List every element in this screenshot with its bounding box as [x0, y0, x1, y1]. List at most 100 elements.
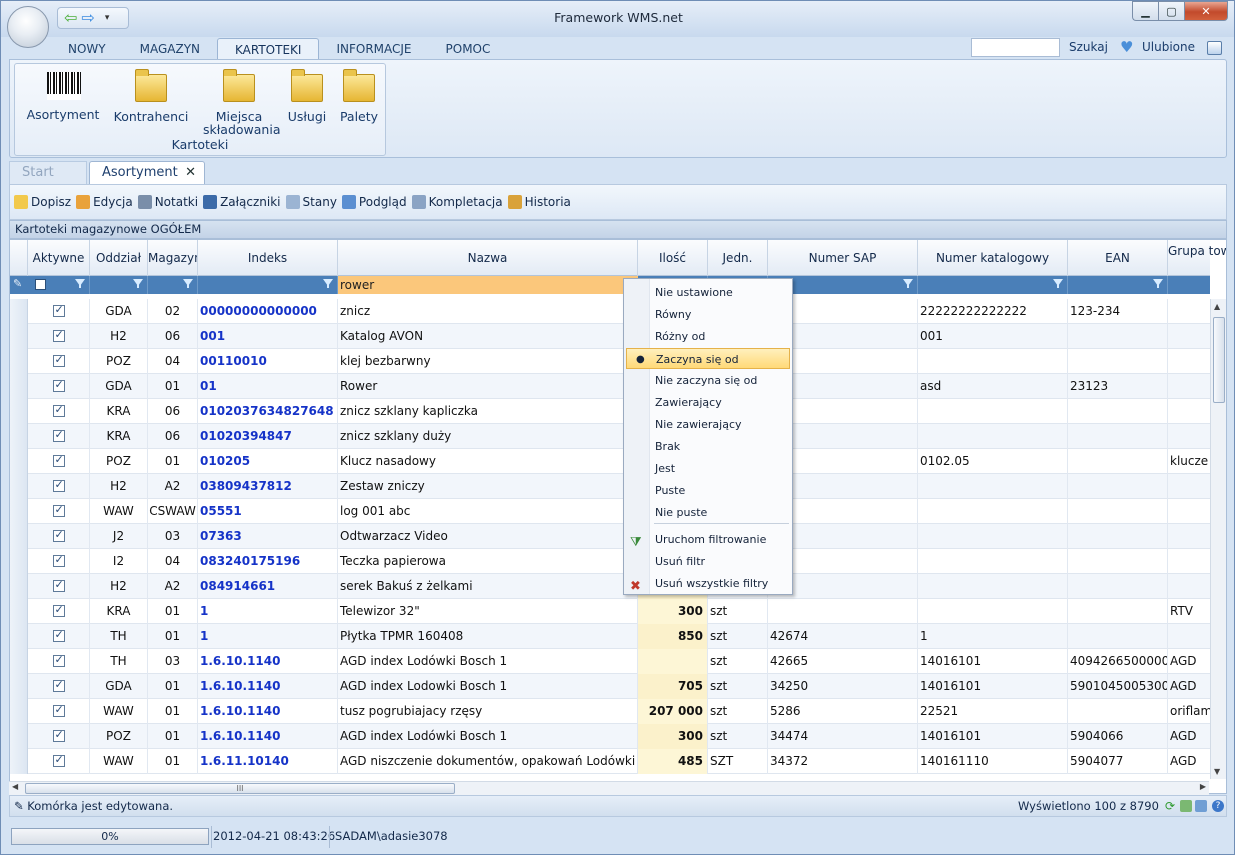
table-row[interactable]: KRA0601020394847znicz szklany duży — [10, 424, 1210, 449]
row-indicator[interactable] — [10, 424, 28, 449]
active-cell[interactable] — [28, 349, 90, 374]
heart-icon[interactable]: ♥ — [1120, 38, 1133, 56]
active-checkbox[interactable] — [52, 501, 65, 519]
cell-ilosc[interactable]: 300 — [638, 724, 708, 749]
cell-sap[interactable]: 5286 — [768, 699, 918, 724]
cell-ean[interactable] — [1068, 549, 1168, 574]
cell-magazyn[interactable]: 04 — [148, 349, 198, 374]
filter-funnel-icon[interactable] — [1153, 279, 1163, 288]
palety-button[interactable]: Palety — [337, 69, 381, 123]
cell-ean[interactable] — [1068, 449, 1168, 474]
tab-start[interactable]: Start — [9, 161, 87, 184]
ribbon-tab-pomoc[interactable]: POMOC — [429, 38, 508, 60]
podglad-button[interactable]: Podgląd — [341, 195, 407, 209]
active-checkbox[interactable] — [52, 676, 65, 694]
cell-magazyn[interactable]: 01 — [148, 449, 198, 474]
cell-katalog[interactable]: 140161110 — [918, 749, 1068, 774]
cell-nazwa[interactable]: AGD index Lodówki Bosch 1 — [338, 724, 638, 749]
cell-sap[interactable]: 34474 — [768, 724, 918, 749]
table-row[interactable]: POZ011.6.10.1140AGD index Lodówki Bosch … — [10, 724, 1210, 749]
row-indicator[interactable] — [10, 549, 28, 574]
table-row[interactable]: KRA011Telewizor 32"300sztRTV — [10, 599, 1210, 624]
ribbon-tab-magazyn[interactable]: MAGAZYN — [123, 38, 217, 60]
help-icon[interactable]: ? — [1212, 800, 1224, 812]
filter-cell-oddzial[interactable] — [90, 276, 148, 294]
cell-indeks[interactable]: 1.6.10.1140 — [198, 699, 338, 724]
filter-cell-grupa-towarowa[interactable] — [1168, 276, 1226, 294]
cell-ean[interactable] — [1068, 624, 1168, 649]
active-cell[interactable] — [28, 549, 90, 574]
cell-magazyn[interactable]: 06 — [148, 399, 198, 424]
cell-oddzial[interactable]: H2 — [90, 474, 148, 499]
active-cell[interactable] — [28, 449, 90, 474]
menu-item-brak[interactable]: Brak — [626, 436, 790, 457]
edycja-button[interactable]: Edycja — [76, 195, 133, 209]
active-checkbox[interactable] — [52, 401, 65, 419]
cell-indeks[interactable]: 010205 — [198, 449, 338, 474]
cell-katalog[interactable]: 22521 — [918, 699, 1068, 724]
cell-magazyn[interactable]: 03 — [148, 524, 198, 549]
cell-oddzial[interactable]: TH — [90, 649, 148, 674]
vertical-scroll-thumb[interactable] — [1213, 317, 1225, 403]
active-cell[interactable] — [28, 624, 90, 649]
row-indicator[interactable] — [10, 524, 28, 549]
row-indicator[interactable] — [10, 699, 28, 724]
cell-ean[interactable] — [1068, 349, 1168, 374]
cell-nazwa[interactable]: Rower — [338, 374, 638, 399]
cell-ilosc[interactable]: 850 — [638, 624, 708, 649]
row-indicator[interactable] — [10, 724, 28, 749]
row-indicator[interactable] — [10, 324, 28, 349]
cell-magazyn[interactable]: A2 — [148, 574, 198, 599]
cell-nazwa[interactable]: AGD niszczenie dokumentów, opakowań Lodó… — [338, 749, 638, 774]
table-row[interactable]: TH011Płytka TPMR 160408850szt426741 — [10, 624, 1210, 649]
filter-cell-numer-katalogowy[interactable] — [918, 276, 1068, 294]
cell-oddzial[interactable]: J2 — [90, 524, 148, 549]
cell-nazwa[interactable]: znicz — [338, 299, 638, 324]
menu-action-usun-filtr[interactable]: Usuń filtr — [626, 551, 790, 572]
cell-katalog[interactable]: 1 — [918, 624, 1068, 649]
column-header-ilosc[interactable]: Ilość — [638, 240, 708, 276]
table-row[interactable]: H2A203809437812Zestaw zniczy — [10, 474, 1210, 499]
cell-sap[interactable]: 34372 — [768, 749, 918, 774]
cell-jedn[interactable]: szt — [708, 724, 768, 749]
column-header-aktywne[interactable]: Aktywne — [28, 240, 90, 276]
active-checkbox[interactable] — [52, 451, 65, 469]
column-header-grupa-towarowa[interactable]: Grupa towarowa — [1168, 240, 1226, 276]
column-header-magazyn[interactable]: Magazyn — [148, 240, 198, 276]
column-header-numer-sap[interactable]: Numer SAP — [768, 240, 918, 276]
menu-action-usun-wszystkie-filtry[interactable]: ✖ Usuń wszystkie filtry — [626, 573, 790, 594]
active-cell[interactable] — [28, 324, 90, 349]
dopisz-button[interactable]: Dopisz — [14, 195, 71, 209]
cell-nazwa[interactable]: Zestaw zniczy — [338, 474, 638, 499]
ribbon-tab-kartoteki[interactable]: KARTOTEKI — [217, 38, 320, 60]
table-row[interactable]: TH031.6.10.1140AGD index Lodówki Bosch 1… — [10, 649, 1210, 674]
cell-jedn[interactable]: szt — [708, 599, 768, 624]
kompletacja-button[interactable]: Kompletacja — [411, 195, 503, 209]
filter-funnel-icon[interactable] — [133, 279, 143, 288]
cell-ean[interactable] — [1068, 574, 1168, 599]
active-cell[interactable] — [28, 399, 90, 424]
cell-oddzial[interactable]: GDA — [90, 374, 148, 399]
cell-indeks[interactable]: 1.6.10.1140 — [198, 674, 338, 699]
cell-oddzial[interactable]: GDA — [90, 299, 148, 324]
active-cell[interactable] — [28, 574, 90, 599]
maximize-button[interactable]: ▢ — [1158, 1, 1184, 21]
filter-funnel-icon[interactable] — [183, 279, 193, 288]
cell-katalog[interactable] — [918, 349, 1068, 374]
column-header-numer-katalogowy[interactable]: Numer katalogowy — [918, 240, 1068, 276]
cell-nazwa[interactable]: znicz szklany kapliczka — [338, 399, 638, 424]
cell-katalog[interactable]: 14016101 — [918, 649, 1068, 674]
cell-katalog[interactable] — [918, 574, 1068, 599]
table-row[interactable]: J20307363Odtwarzacz Video — [10, 524, 1210, 549]
menu-item-nie-ustawione[interactable]: Nie ustawione — [626, 282, 790, 303]
row-indicator[interactable] — [10, 624, 28, 649]
active-checkbox[interactable] — [52, 476, 65, 494]
table-row[interactable]: KRA060102037634827648znicz szklany kapli… — [10, 399, 1210, 424]
menu-action-uruchom-filtrowanie[interactable]: ⧩ Uruchom filtrowanie — [626, 529, 790, 550]
ribbon-tab-informacje[interactable]: INFORMACJE — [319, 38, 428, 60]
active-checkbox[interactable] — [52, 376, 65, 394]
row-indicator[interactable] — [10, 449, 28, 474]
active-checkbox[interactable] — [52, 726, 65, 744]
menu-item-nie-zaczyna-sie-od[interactable]: Nie zaczyna się od — [626, 370, 790, 391]
row-indicator[interactable] — [10, 374, 28, 399]
